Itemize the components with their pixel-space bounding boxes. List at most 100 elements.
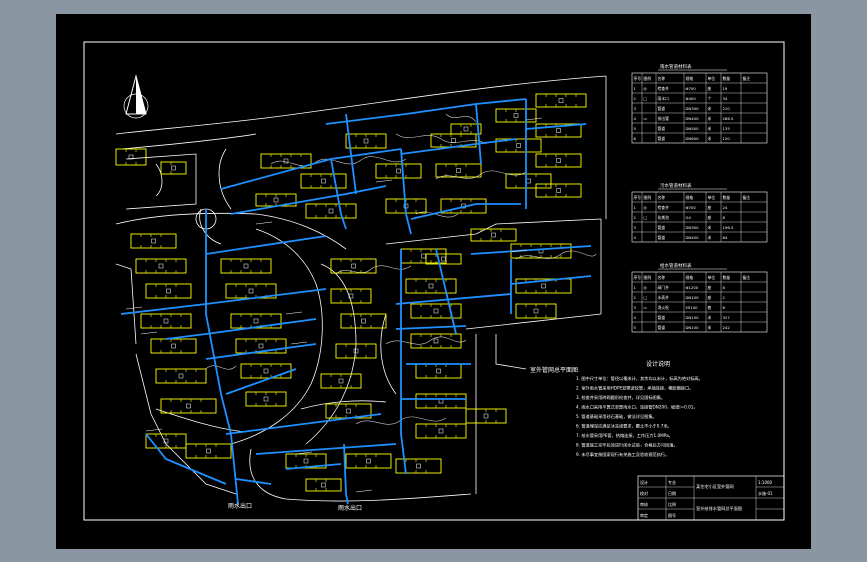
legend-cell: 套 [708,305,712,310]
legend-header-cell: 图例 [644,275,652,280]
building [345,453,392,469]
legend-cell: 286.5 [723,116,734,121]
building [330,258,377,274]
outlet-label-2: 雨水出口 [338,504,362,512]
title-block-cell: 审定 [640,512,648,518]
legend-cell: 米 [708,325,712,330]
legend-cell: 196.5 [723,225,734,230]
building [320,373,362,389]
building [535,93,587,108]
note-line: 9. 未尽事宜按国家现行有关施工及验收规范执行。 [576,451,669,458]
legend-header-cell: 数量 [723,275,731,280]
legend-cell: DN300 [686,106,700,111]
legend-cell: 管道 [658,235,666,240]
building [535,183,582,198]
legend-cell: 雨水口 [658,96,670,101]
pipe-segment [255,443,397,455]
building [435,163,482,178]
legend-cell: 4 [634,116,637,121]
building [330,288,372,304]
north-arrow-icon [123,74,149,119]
title-block-cell: 水施-01 [758,490,773,496]
legend-cell: DN300 [686,225,700,230]
building [135,258,187,274]
legend-cell: 135 [723,126,731,131]
title-block-drawing: 室外给排水管网总平面图 [696,505,742,512]
legend-cell: 3 [634,305,637,310]
pipe-segment [230,185,387,215]
pipe-segment [395,293,512,305]
building [115,148,147,166]
pipe-segment [165,318,317,340]
legend-cell: 1 [634,205,637,210]
legend-cell: 检查井 [658,205,670,210]
legend-cell: 2 [634,295,637,300]
building [145,283,192,299]
building [415,393,467,409]
legend-cell: 米 [708,235,712,240]
legend-cell: 3 [634,225,637,230]
building [245,391,287,407]
legend-cell: 4 [634,235,637,240]
legend-cell: 管道 [658,106,666,111]
legend-table: 污水管道材料表序号 图例 名称 规格 单位 数量 备注 1 ◎ 检查井 Φ700 座 24 2 □ 化粪池 G4… [631,182,768,243]
legend-cell: 34 [723,96,728,101]
building [415,423,467,439]
legend-cell: 化粪池 [658,215,670,220]
legend-header-cell: 序号 [634,195,642,200]
building [150,338,197,354]
building [405,278,457,294]
legend-header-cell: 备注 [743,76,751,81]
legend-header-cell: 规格 [686,195,694,200]
legend-cell: 3 [634,106,637,111]
legend-header-cell: 规格 [686,76,694,81]
legend-table: 给水管道材料表序号 图例 名称 规格 单位 数量 备注 1 ◎ 阀门井 Φ1200 座 8 2 □ 水表井 DN… [631,262,768,333]
pipe-segment [120,288,327,315]
legend-title: 给水管道材料表 [660,262,692,269]
legend-tables: 雨水管道材料表序号 图例 名称 规格 单位 数量 备注1 ◎ 检查井 Φ700 座 192 □ 雨水口 Φ4… [631,63,768,333]
pipe-segment [205,235,327,255]
legend-cell: 1 [634,285,637,290]
notes-title: 设计说明 [646,360,670,368]
legend-cell: □ [644,215,648,220]
legend-cell: 管道 [658,126,666,131]
pipe-label-tick [355,489,373,493]
inner-border [83,41,785,521]
building [495,108,537,123]
note-line: 1. 图中尺寸单位：管径以毫米计，其余均以米计，标高为绝对标高。 [576,375,703,382]
legend-cell: 2 [634,96,637,101]
title-block-cell: 校对 [640,490,648,496]
legend-cell: 24 [723,205,728,210]
legend-cell: 米 [708,136,712,141]
legend-header-cell: 序号 [634,76,642,81]
title-block-cell: 日期 [668,490,676,496]
building [410,333,462,349]
note-line: 3. 检查井采用砖砌圆形检查井，详见国标图集。 [576,394,665,401]
building [450,123,482,135]
note-line: 5. 管道基础采用砂石基础，做法详见图集。 [576,413,657,420]
building [470,228,517,242]
legend-cell: 座 [708,295,712,300]
legend-table: 雨水管道材料表序号 图例 名称 规格 单位 数量 备注 1 ◎ 检查井 Φ700 座 19 2 □ 雨水口 Φ4… [631,63,768,144]
building [305,203,357,219]
legend-cell: DN600 [686,136,700,141]
pipe-label-tick [375,179,393,183]
legend-header-cell: 单位 [708,195,716,200]
legend-cell: ◎ [644,285,648,290]
pipe-network [120,98,592,505]
note-line: 7. 给水管采用PE管，热熔连接，工作压力1.0MPa。 [576,432,673,439]
cad-drawing: 室外管网总平面图 雨水出口 雨水出口 雨水管道材料表序号 图例 名称 规格 单位 数量 备注… [83,41,785,521]
pipe-label-tick [525,117,543,121]
legend-header-cell: 名称 [658,275,666,280]
building [220,258,272,274]
legend-cell: 消火栓 [658,305,670,310]
pipe-label-tick [285,311,303,315]
legend-header-cell: 图例 [644,195,652,200]
title-block-cell: 图号 [668,512,676,518]
pipe-segment [470,245,592,255]
legend-title: 雨水管道材料表 [660,63,692,70]
building [305,478,342,492]
note-line: 4. 雨水口采用平箅式单箅雨水口，连接管DN200，坡度i=0.01。 [576,404,698,411]
pipe-segment [225,413,382,435]
drawing-sheet: 室外管网总平面图 雨水出口 雨水出口 雨水管道材料表 序号 图例 名称 规格 单位 数量 备注… [56,14,811,549]
